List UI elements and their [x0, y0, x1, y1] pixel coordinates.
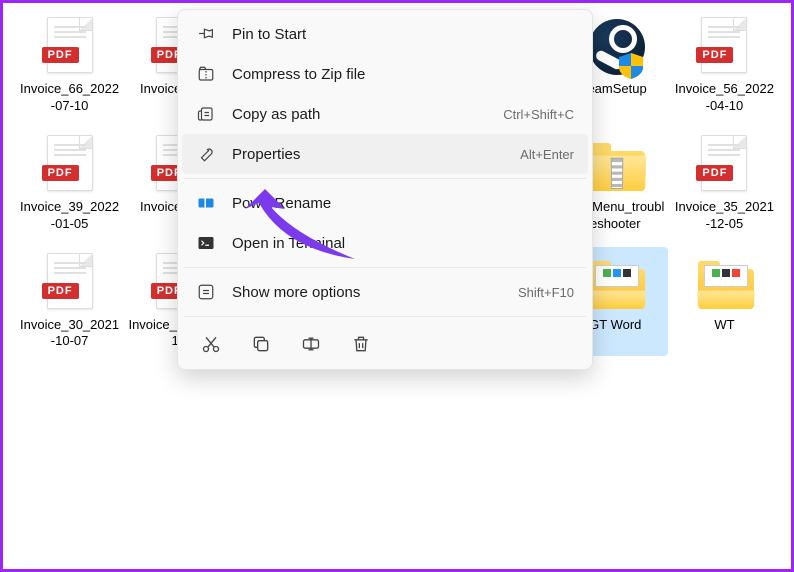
menu-powerrename[interactable]: PowerRename	[182, 183, 588, 223]
steam-icon	[589, 17, 641, 77]
folder-icon	[589, 253, 641, 313]
pdf-icon: PDF	[698, 17, 750, 77]
menu-copy-as-path[interactable]: Copy as path Ctrl+Shift+C	[182, 94, 588, 134]
rename-button[interactable]	[300, 333, 322, 355]
menu-open-terminal[interactable]: Open in Terminal	[182, 223, 588, 263]
pdf-icon: PDF	[698, 135, 750, 195]
menu-label: Properties	[232, 146, 520, 163]
menu-label: Compress to Zip file	[232, 66, 574, 83]
wrench-icon	[196, 144, 216, 164]
zip-icon	[196, 64, 216, 84]
file-item[interactable]: PDF Invoice_56_2022-04-10	[672, 11, 777, 121]
menu-compress-zip[interactable]: Compress to Zip file	[182, 54, 588, 94]
file-label: teamSetup	[584, 81, 647, 98]
file-item[interactable]: WT	[672, 247, 777, 357]
menu-label: Show more options	[232, 284, 518, 301]
menu-shortcut: Alt+Enter	[520, 147, 574, 162]
file-label: Invoice_30_2021-10-07	[19, 317, 120, 351]
more-options-icon	[196, 282, 216, 302]
pdf-icon: PDF	[44, 135, 96, 195]
file-label: Invoice_66_2022-07-10	[19, 81, 120, 115]
file-item[interactable]: PDF Invoice_66_2022-07-10	[17, 11, 122, 121]
shield-icon	[619, 53, 643, 79]
cut-button[interactable]	[200, 333, 222, 355]
pin-icon	[196, 24, 216, 44]
menu-show-more-options[interactable]: Show more options Shift+F10	[182, 272, 588, 312]
pdf-icon: PDF	[44, 17, 96, 77]
file-label: GT Word	[589, 317, 641, 334]
menu-divider	[184, 178, 586, 179]
folder-icon	[698, 253, 750, 313]
terminal-icon	[196, 233, 216, 253]
pdf-icon: PDF	[44, 253, 96, 313]
copy-path-icon	[196, 104, 216, 124]
file-label: Invoice_35_2021-12-05	[674, 199, 775, 233]
menu-divider	[184, 267, 586, 268]
file-item[interactable]: PDF Invoice_30_2021-10-07	[17, 247, 122, 357]
file-item[interactable]: PDF Invoice_39_2022-01-05	[17, 129, 122, 239]
menu-label: Open in Terminal	[232, 235, 574, 252]
file-label: WT	[714, 317, 734, 334]
menu-action-bar	[182, 321, 588, 365]
context-menu: Pin to Start Compress to Zip file Copy a…	[177, 9, 593, 370]
menu-shortcut: Shift+F10	[518, 285, 574, 300]
menu-label: Pin to Start	[232, 26, 574, 43]
delete-button[interactable]	[350, 333, 372, 355]
zip-folder-icon	[589, 135, 641, 195]
file-label: Invoice_39_2022-01-05	[19, 199, 120, 233]
menu-pin-to-start[interactable]: Pin to Start	[182, 14, 588, 54]
file-label: Invoice_56_2022-04-10	[674, 81, 775, 115]
menu-properties[interactable]: Properties Alt+Enter	[182, 134, 588, 174]
menu-label: PowerRename	[232, 195, 574, 212]
menu-divider	[184, 316, 586, 317]
menu-label: Copy as path	[232, 106, 503, 123]
menu-shortcut: Ctrl+Shift+C	[503, 107, 574, 122]
file-item[interactable]: PDF Invoice_35_2021-12-05	[672, 129, 777, 239]
copy-button[interactable]	[250, 333, 272, 355]
powerrename-icon	[196, 193, 216, 213]
